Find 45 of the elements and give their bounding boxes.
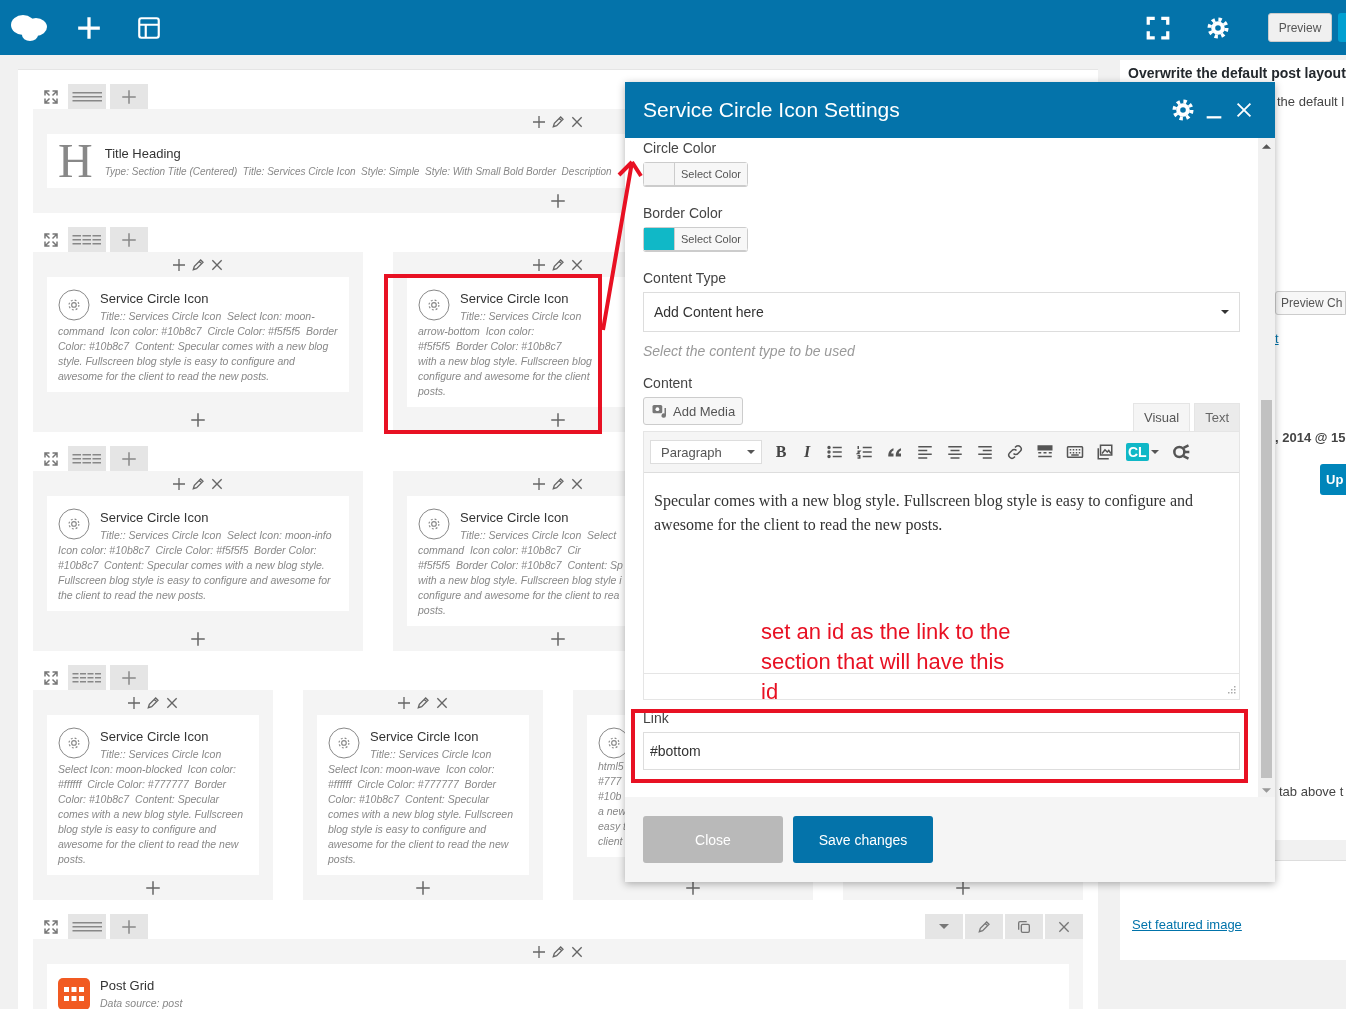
field-label: Content (643, 375, 694, 391)
element-title: Service Circle Icon (100, 510, 209, 525)
featured-image-link[interactable]: Set featured image (1132, 917, 1242, 932)
element-description: Type: Section Title (Centered) Title: Services Circle Icon Style: Simple Style: With Small Bold Border Description (104, 164, 612, 179)
preview-changes-button[interactable]: Preview Ch (1275, 291, 1346, 315)
element-description: Title:: Services Circle Icon Select Icon: moon-command Icon color: #10b8c7 Circle Color: #f5f5f5 Border Color: #10b8c7 Content: Specular comes with a new blog style. Fullscreen blog style is easy to configure and awesome for the client to read the new posts. (58, 309, 338, 384)
select-color-button[interactable]: Select Color (675, 228, 747, 250)
element-title: Title Heading (104, 145, 181, 161)
update-button[interactable]: Up (1320, 464, 1346, 495)
element-description: Title:: Services Circle Icon arrow-bottom Icon color: #f5f5f5 Border Color: #10b8c7 with a new blog style. Fullscreen blog configure and awesome for the client posts. (418, 309, 592, 399)
element-title: Service Circle Icon (100, 729, 209, 744)
italic-button[interactable]: I (800, 443, 814, 461)
element-title: Service Circle Icon (100, 291, 209, 306)
element-title: Service Circle Icon (460, 510, 569, 525)
format-dropdown[interactable]: Paragraph (650, 440, 762, 464)
content-type-dropdown[interactable]: Add Content here (643, 292, 1240, 332)
annotation-note: set an id as the link to the section that will have this id (761, 618, 1012, 706)
element-title: Service Circle Icon (370, 729, 479, 744)
preview-button[interactable]: Preview (1268, 13, 1332, 42)
editor-tab[interactable]: Visual (1132, 403, 1191, 431)
element-title: Post Grid (100, 978, 155, 993)
sidebar-text: tab above t (1279, 784, 1344, 799)
sidebar-text: the default l (1277, 94, 1345, 109)
save-button[interactable]: Save changes (793, 816, 933, 863)
editor-tab[interactable]: Text (1194, 403, 1240, 431)
field-label: Circle Color (643, 140, 718, 156)
add-media-button[interactable]: Add Media (643, 397, 744, 425)
box-heading: Overwrite the default post layout (1128, 65, 1346, 81)
field-label: Link (643, 710, 670, 726)
element-description: Title:: Services Circle Icon Select command Icon color: #10b8c7 Cir #f5f5f5 Border Color: #10b8c7 Content: Sp with a new blog style. Fullscreen blog style i configure and awesome for the client to rea posts. (418, 528, 623, 618)
heading-icon: H (58, 139, 93, 183)
element-description: Title:: Services Circle Icon Select Icon: moon-blocked Icon color: #ffffff Circle Color: #777777 Border Color: #10b8c7 Content: Specular comes with a new blog style. Fullscreen blog style is easy to configure and awesome for the client to read the new posts. (58, 747, 244, 867)
bold-button[interactable]: B (774, 443, 788, 461)
element-description: Data source: post (100, 996, 183, 1009)
editor-text: Specular comes with a new blog style. Fullscreen blog style is easy to configure and awesome for the client to read the new posts. (654, 491, 1194, 536)
sidebar-link[interactable]: t (1275, 331, 1279, 346)
link-field[interactable]: #bottom (643, 732, 1240, 770)
field-label: Border Color (643, 205, 724, 221)
select-color-button[interactable]: Select Color (675, 163, 747, 185)
element-card[interactable]: Post Grid Data source: post (47, 964, 1069, 1009)
element-title: Service Circle Icon (460, 291, 569, 306)
publish-date: , 2014 @ 15 (1275, 430, 1346, 445)
element-description: Title:: Services Circle Icon Select Icon: moon-wave Icon color: #ffffff Circle Color: #777777 Border Color: #10b8c7 Content: Specular comes with a new blog style. Fullscreen blog style is easy to configure and awesome for the client to read the new posts. (328, 747, 514, 867)
dialog-title: Service Circle Icon Settings (643, 98, 900, 122)
element-description: Title:: Services Circle Icon Select Icon: moon-info Icon color: #10b8c7 Circle Color: #f5f5f5 Border Color: #10b8c7 Content: Specular comes with a new blog style. Fullscreen blog style is easy to configure and awesome for the client to read the new posts. (58, 528, 333, 603)
